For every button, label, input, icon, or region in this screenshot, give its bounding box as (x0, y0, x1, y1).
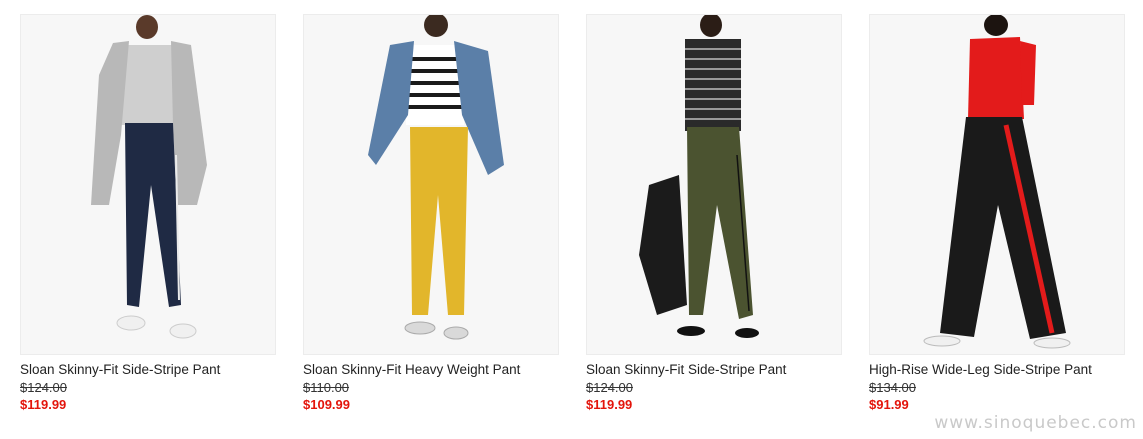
model-photo-wide-leg-pant (870, 15, 1124, 354)
watermark-text: www.sinoquebec.com (934, 413, 1137, 433)
product-card[interactable]: High-Rise Wide-Leg Side-Stripe Pant $134… (869, 14, 1125, 413)
model-photo-navy-pant (21, 15, 275, 354)
sale-price: $119.99 (20, 397, 67, 412)
product-name[interactable]: Sloan Skinny-Fit Side-Stripe Pant (20, 361, 276, 379)
product-name[interactable]: Sloan Skinny-Fit Heavy Weight Pant (303, 361, 559, 379)
model-photo-yellow-pant (304, 15, 558, 354)
product-image[interactable] (303, 14, 559, 355)
model-photo-olive-pant (587, 15, 841, 354)
original-price: $124.00 (20, 380, 67, 395)
original-price: $110.00 (303, 380, 350, 395)
product-image[interactable] (869, 14, 1125, 355)
product-image[interactable] (20, 14, 276, 355)
original-price: $134.00 (869, 380, 916, 395)
product-image[interactable] (586, 14, 842, 355)
product-card[interactable]: Sloan Skinny-Fit Side-Stripe Pant $124.0… (20, 14, 276, 413)
sale-price: $91.99 (869, 397, 909, 412)
product-grid: Sloan Skinny-Fit Side-Stripe Pant $124.0… (20, 14, 1125, 413)
sale-price: $109.99 (303, 397, 350, 412)
product-card[interactable]: Sloan Skinny-Fit Heavy Weight Pant $110.… (303, 14, 559, 413)
sale-price: $119.99 (586, 397, 633, 412)
original-price: $124.00 (586, 380, 633, 395)
product-name[interactable]: High-Rise Wide-Leg Side-Stripe Pant (869, 361, 1125, 379)
product-card[interactable]: Sloan Skinny-Fit Side-Stripe Pant $124.0… (586, 14, 842, 413)
product-name[interactable]: Sloan Skinny-Fit Side-Stripe Pant (586, 361, 842, 379)
